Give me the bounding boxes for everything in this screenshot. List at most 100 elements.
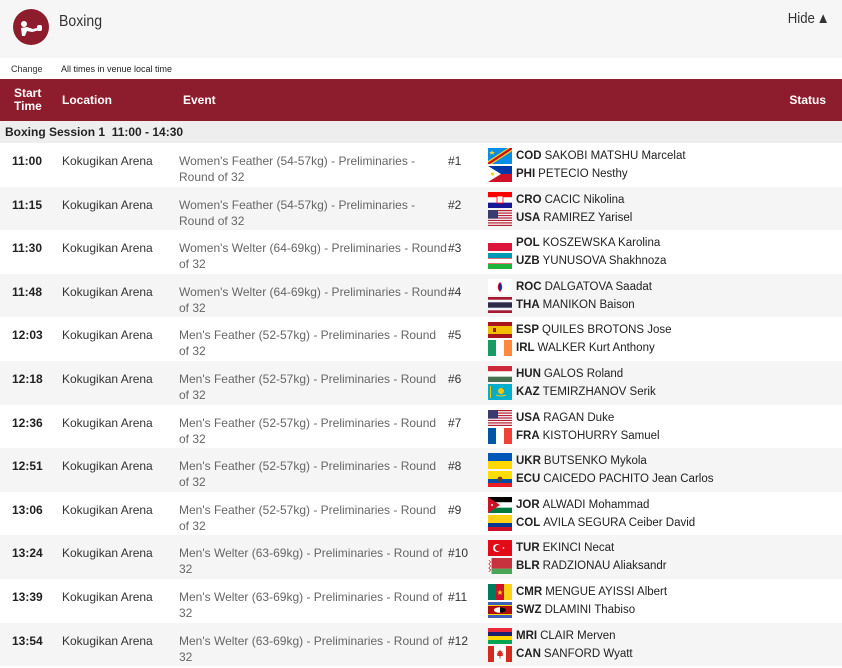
- competitor[interactable]: COL AVILA SEGURA Ceiber David: [488, 514, 778, 532]
- athlete-name: YUNUSOVA Shakhnoza: [542, 255, 667, 268]
- event-name[interactable]: Women's Welter (64-69kg) - Preliminaries…: [179, 240, 447, 272]
- athlete-name: PETECIO Nesthy: [538, 168, 628, 180]
- noc-code: IRL: [516, 342, 535, 355]
- athlete-name: KISTOHURRY Samuel: [542, 429, 660, 442]
- event-name[interactable]: Men's Welter (63-69kg) - Preliminaries -…: [179, 545, 447, 577]
- col-flag-icon: [488, 514, 512, 531]
- pol-flag-icon: [488, 235, 512, 252]
- competitors: MRI CLAIR Merven CAN SANFORD Wyatt: [488, 623, 778, 667]
- competitor[interactable]: CAN SANFORD Wyatt: [488, 645, 778, 663]
- table-row[interactable]: 11:15 Kokugikan Arena Women's Feather (5…: [0, 186, 842, 231]
- table-row[interactable]: 13:24 Kokugikan Arena Men's Welter (63-6…: [0, 535, 842, 579]
- athlete-name: TEMIRZHANOV Serik: [542, 385, 656, 398]
- jor-flag-icon: [488, 496, 512, 513]
- event-name[interactable]: Men's Feather (52-57kg) - Preliminaries …: [179, 502, 447, 534]
- table-row[interactable]: 13:39 Kokugikan Arena Men's Welter (63-6…: [0, 579, 842, 623]
- competitors: COD SAKOBI MATSHU Marcelat PHI PETECIO N…: [488, 143, 778, 187]
- table-row[interactable]: 13:06 Kokugikan Arena Men's Feather (52-…: [0, 492, 842, 536]
- status: [778, 187, 842, 231]
- table-row[interactable]: 12:36 Kokugikan Arena Men's Feather (52-…: [0, 405, 842, 449]
- competitors: USA RAGAN Duke FRA KISTOHURRY Samuel: [488, 405, 778, 449]
- competitor[interactable]: USA RAMIREZ Yarisel: [488, 209, 778, 227]
- athlete-name: RAMIREZ Yarisel: [543, 211, 633, 224]
- competitor[interactable]: FRA KISTOHURRY Samuel: [488, 427, 778, 445]
- competitor[interactable]: UKR BUTSENKO Mykola: [488, 452, 778, 470]
- event-name[interactable]: Men's Feather (52-57kg) - Preliminaries …: [179, 371, 447, 403]
- uzb-flag-icon: [488, 253, 512, 270]
- competitors: HUN GALOS Roland KAZ TEMIRZHANOV Serik: [488, 361, 778, 405]
- competitor[interactable]: CRO CACIC Nikolina: [488, 191, 778, 209]
- competitor[interactable]: THA MANIKON Baison: [488, 296, 778, 314]
- status: [778, 492, 842, 536]
- event-name-text: Men's Feather (52-57kg) - Preliminaries …: [179, 459, 437, 490]
- table-row[interactable]: 13:54 Kokugikan Arena Men's Welter (63-6…: [0, 622, 842, 667]
- tha-flag-icon: [488, 296, 512, 313]
- event-name[interactable]: Men's Welter (63-69kg) - Preliminaries -…: [179, 633, 447, 665]
- session-label: Boxing Session 1 11:00 - 14:30: [5, 125, 184, 139]
- col-location: Location: [62, 92, 112, 107]
- competitor[interactable]: CMR MENGUE AYISSI Albert: [488, 583, 778, 601]
- competitor[interactable]: ROC DALGATOVA Saadat: [488, 278, 778, 296]
- esp-flag-icon: [488, 322, 512, 339]
- event-name[interactable]: Women's Feather (54-57kg) - Preliminarie…: [179, 153, 447, 185]
- swz-flag-icon: [488, 601, 512, 618]
- status: [778, 535, 842, 579]
- competitor[interactable]: ESP QUILES BROTONS Jose: [488, 321, 778, 339]
- athlete-name: BUTSENKO Mykola: [543, 455, 647, 468]
- competitor[interactable]: HUN GALOS Roland: [488, 365, 778, 383]
- blr-flag-icon: [488, 558, 512, 575]
- roc-flag-icon: [488, 278, 512, 295]
- status: [778, 405, 842, 449]
- athlete-name: MENGUE AYISSI Albert: [545, 585, 668, 598]
- competitor[interactable]: SWZ DLAMINI Thabiso: [488, 601, 778, 619]
- table-row[interactable]: 12:51 Kokugikan Arena Men's Feather (52-…: [0, 448, 842, 492]
- event-cell: Men's Feather (52-57kg) - Preliminaries …: [179, 448, 488, 492]
- event-name-text: Women's Welter (64-69kg) - Preliminaries…: [179, 284, 447, 315]
- mri-flag-icon: [488, 627, 512, 644]
- competitor[interactable]: TUR EKINCI Necat: [488, 539, 778, 557]
- event-name-text: Women's Welter (64-69kg) - Preliminaries…: [179, 241, 447, 272]
- event-name[interactable]: Men's Feather (52-57kg) - Preliminaries …: [179, 458, 447, 490]
- change-timezone-link[interactable]: Change: [11, 64, 43, 74]
- competitor[interactable]: KAZ TEMIRZHANOV Serik: [488, 383, 778, 401]
- competitor[interactable]: PHI PETECIO Nesthy: [488, 165, 778, 183]
- event-name-text: Men's Feather (52-57kg) - Preliminaries …: [179, 502, 437, 533]
- location: Kokugikan Arena: [62, 502, 153, 517]
- competitor[interactable]: POL KOSZEWSKA Karolina: [488, 234, 778, 252]
- start-time: 13:06: [12, 502, 43, 517]
- competitor[interactable]: COD SAKOBI MATSHU Marcelat: [488, 147, 778, 165]
- athlete-name: WALKER Kurt Anthony: [537, 342, 655, 355]
- table-row[interactable]: 11:30 Kokugikan Arena Women's Welter (64…: [0, 230, 842, 274]
- event-name[interactable]: Women's Welter (64-69kg) - Preliminaries…: [179, 284, 447, 316]
- competitors: UKR BUTSENKO Mykola ECU CAICEDO PACHITO …: [488, 448, 778, 492]
- hide-button[interactable]: Hide ▲: [788, 10, 830, 28]
- athlete-name: GALOS Roland: [543, 367, 624, 380]
- usa-flag-icon: [488, 209, 512, 226]
- competitor[interactable]: UZB YUNUSOVA Shakhnoza: [488, 252, 778, 270]
- competitor[interactable]: BLR RADZIONAU Aliaksandr: [488, 557, 778, 575]
- noc-code: THA: [516, 298, 540, 311]
- event-name[interactable]: Men's Welter (63-69kg) - Preliminaries -…: [179, 589, 447, 621]
- hun-flag-icon: [488, 365, 512, 382]
- competitor[interactable]: MRI CLAIR Merven: [488, 627, 778, 645]
- competitors: JOR ALWADI Mohammad COL AVILA SEGURA Cei…: [488, 492, 778, 536]
- table-row[interactable]: 11:00 Kokugikan Arena Women's Feather (5…: [0, 143, 842, 187]
- timezone-note: All times in venue local time: [61, 64, 173, 74]
- location: Kokugikan Arena: [62, 415, 153, 430]
- table-row[interactable]: 12:18 Kokugikan Arena Men's Feather (52-…: [0, 360, 842, 405]
- competitor[interactable]: JOR ALWADI Mohammad: [488, 496, 778, 514]
- table-row[interactable]: 11:48 Kokugikan Arena Women's Welter (64…: [0, 273, 842, 318]
- competitor[interactable]: USA RAGAN Duke: [488, 409, 778, 427]
- noc-code: COL: [516, 516, 541, 529]
- competitor[interactable]: ECU CAICEDO PACHITO Jean Carlos: [488, 470, 778, 488]
- location: Kokugikan Arena: [62, 589, 153, 604]
- phi-flag-icon: [488, 166, 512, 182]
- event-name[interactable]: Men's Feather (52-57kg) - Preliminaries …: [179, 415, 447, 447]
- event-number: #4: [448, 284, 462, 299]
- competitor[interactable]: IRL WALKER Kurt Anthony: [488, 339, 778, 357]
- event-name[interactable]: Women's Feather (54-57kg) - Preliminarie…: [179, 197, 447, 229]
- location: Kokugikan Arena: [62, 154, 153, 168]
- start-time: 11:15: [12, 197, 43, 212]
- table-row[interactable]: 12:03 Kokugikan Arena Men's Feather (52-…: [0, 317, 842, 361]
- event-name[interactable]: Men's Feather (52-57kg) - Preliminaries …: [179, 327, 447, 359]
